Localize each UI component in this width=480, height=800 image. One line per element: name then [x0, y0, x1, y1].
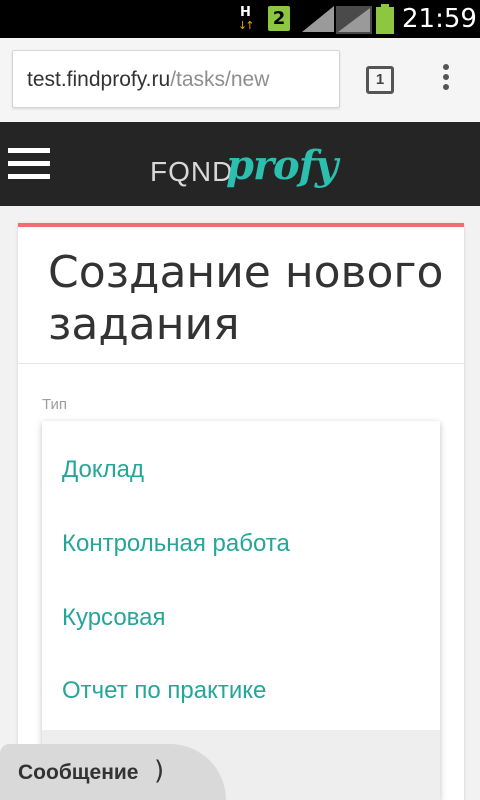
page-title: Создание нового задания — [48, 247, 444, 350]
dropdown-option-practice-report[interactable]: Отчет по практике — [42, 654, 440, 728]
battery-icon — [376, 4, 394, 34]
clock: 21:59 — [402, 4, 477, 34]
network-indicator: H ↓↑ — [238, 5, 258, 33]
url-host: test.findprofy.ru — [27, 68, 171, 91]
logo-find: FQND — [150, 156, 234, 187]
logo-profy: profy — [226, 142, 338, 189]
url-path: /tasks/new — [170, 68, 270, 91]
card-accent-bar — [18, 223, 464, 227]
divider — [18, 363, 464, 364]
network-type: H — [240, 5, 251, 20]
signal-icon — [302, 6, 334, 32]
site-header: FQND profy — [0, 122, 480, 206]
dropdown-option-coursework[interactable]: Курсовая — [42, 581, 440, 655]
data-activity-icon: ↓↑ — [238, 19, 255, 32]
signal-icon-2 — [336, 6, 372, 34]
dropdown-option-report[interactable]: Доклад — [42, 433, 440, 507]
message-tab-icon: ) — [154, 756, 165, 786]
sim-icon: 2 — [268, 6, 290, 31]
browser-toolbar: test.findprofy.ru/tasks/new 1 — [0, 38, 480, 122]
message-tab-label: Сообщение — [18, 761, 139, 784]
message-tab[interactable]: Сообщение ) — [0, 744, 226, 800]
overflow-menu-icon[interactable] — [436, 64, 456, 98]
tabs-button[interactable]: 1 — [366, 66, 394, 94]
hamburger-icon[interactable] — [8, 148, 50, 180]
type-field-label: Тип — [42, 396, 68, 413]
dropdown-option-test[interactable]: Контрольная работа — [42, 507, 440, 581]
status-bar: H ↓↑ 2 21:59 — [0, 0, 480, 38]
address-bar[interactable]: test.findprofy.ru/tasks/new — [12, 50, 340, 108]
